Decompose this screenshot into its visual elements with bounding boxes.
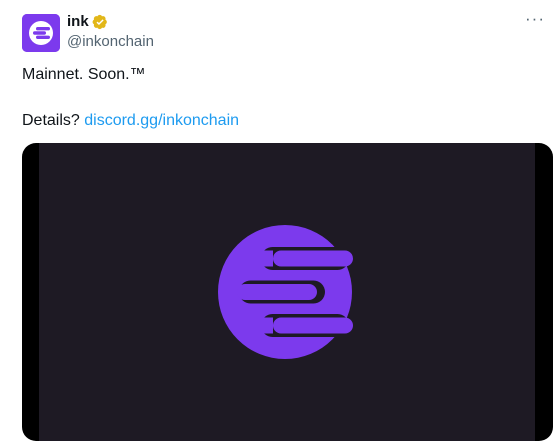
ink-logo-icon: [218, 225, 353, 359]
tweet-card[interactable]: ink @inkonchain ··· Mainnet. Soon.™ Deta…: [0, 0, 557, 446]
ink-logo-icon: [22, 14, 60, 52]
tweet-text-line1: Mainnet. Soon.™: [22, 66, 146, 83]
tweet-text-prefix: Details?: [22, 112, 85, 129]
author-name-row: ink: [67, 12, 108, 32]
more-icon: ···: [525, 8, 545, 28]
author-handle[interactable]: @inkonchain: [67, 32, 154, 52]
more-options-button[interactable]: ···: [525, 8, 545, 28]
media-image: [39, 143, 535, 441]
tweet-text-line2: Details? discord.gg/inkonchain: [22, 110, 239, 132]
author-avatar[interactable]: [22, 14, 60, 52]
author-display-name[interactable]: ink: [67, 12, 89, 32]
tweet-media[interactable]: [22, 143, 553, 441]
verified-badge-icon: [92, 14, 107, 30]
discord-link[interactable]: discord.gg/inkonchain: [84, 112, 239, 129]
